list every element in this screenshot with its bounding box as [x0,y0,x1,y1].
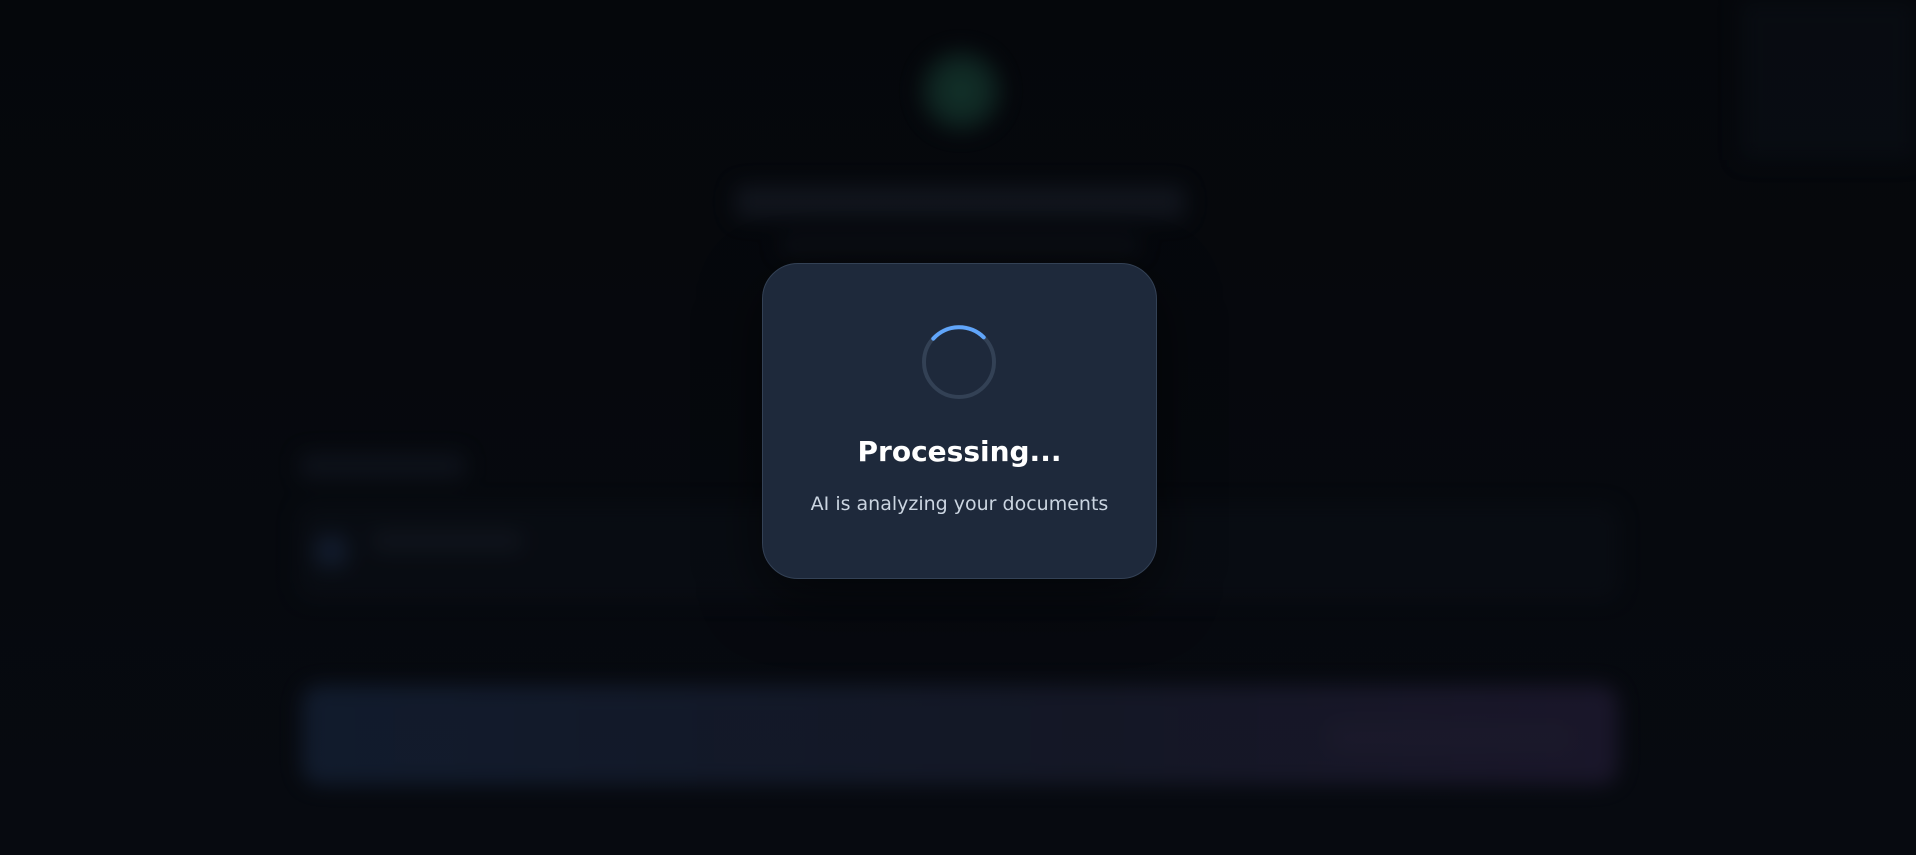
blurred-heading [735,185,1185,219]
processing-dialog: Processing... AI is analyzing your docum… [762,263,1157,579]
processing-title: Processing... [857,435,1062,468]
blurred-card-text [372,530,522,552]
blurred-banner-button [1330,725,1570,751]
processing-subtitle: AI is analyzing your documents [810,493,1109,515]
blurred-side-panel [1740,0,1916,160]
loading-spinner-icon [922,325,996,399]
blurred-subheading [780,236,1140,254]
document-icon [315,535,347,567]
app-logo-icon [918,48,1004,134]
blurred-section-label [300,453,465,479]
